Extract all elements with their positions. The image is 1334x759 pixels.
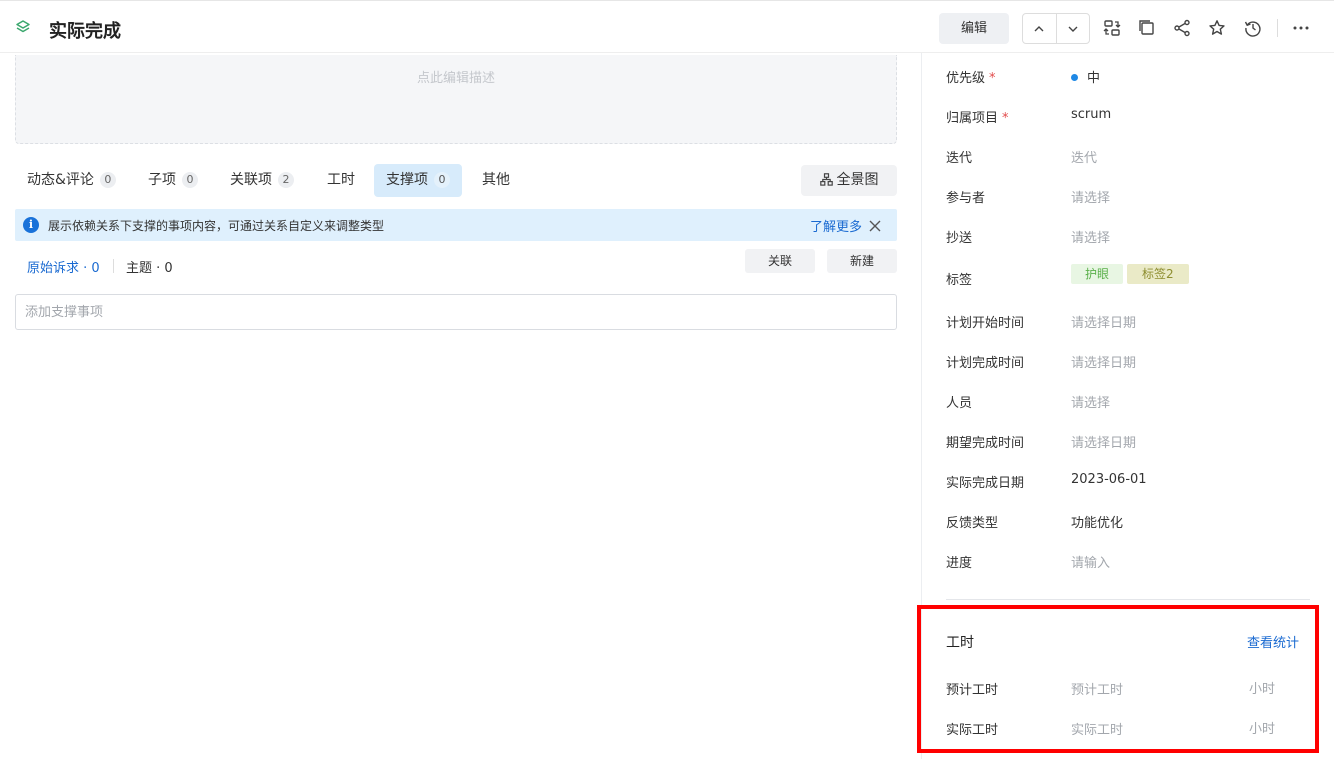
plan-end-value[interactable]: 请选择日期 [1071, 352, 1136, 371]
plan-start-value[interactable]: 请选择日期 [1071, 312, 1136, 331]
close-icon[interactable] [868, 219, 882, 233]
link-button[interactable]: 关联 [745, 249, 815, 273]
more-icon[interactable] [1292, 19, 1310, 37]
prev-next-group [1022, 13, 1090, 44]
new-button[interactable]: 新建 [827, 249, 897, 273]
header: 实际完成 编辑 [0, 0, 1334, 53]
project-value[interactable]: scrum [1071, 107, 1111, 122]
tab-count: 0 [434, 172, 450, 188]
participants-label: 参与者 [946, 191, 986, 206]
tab-label: 动态&评论 [27, 172, 94, 188]
page-title: 实际完成 [49, 21, 121, 42]
next-button[interactable] [1055, 14, 1090, 43]
info-alert: i 展示依赖关系下支撑的事项内容，可通过关系自定义来调整类型 了解更多 [15, 209, 897, 241]
copy-icon[interactable] [1138, 19, 1156, 37]
tags-value[interactable]: 护眼 标签2 [1071, 264, 1193, 284]
tab-count: 2 [278, 172, 294, 188]
tags-label: 标签 [946, 273, 973, 288]
subtab-separator [113, 259, 114, 273]
tag[interactable]: 护眼 [1071, 264, 1124, 284]
learn-more-link[interactable]: 了解更多 [810, 216, 862, 235]
tab-other[interactable]: 其他 [470, 164, 522, 197]
cc-label: 抄送 [946, 231, 973, 246]
person-label: 人员 [946, 396, 973, 411]
person-value[interactable]: 请选择 [1071, 392, 1110, 411]
priority-label: 优先级 * [946, 71, 996, 86]
description-placeholder: 点此编辑描述 [416, 71, 495, 86]
tab-label: 子项 [148, 172, 176, 188]
tab-count: 0 [99, 172, 116, 188]
tab-label: 关联项 [230, 172, 272, 188]
panorama-button[interactable]: 全景图 [801, 165, 897, 196]
iteration-value[interactable]: 迭代 [1071, 147, 1097, 166]
prev-button[interactable] [1023, 14, 1056, 43]
subtab-topic[interactable]: 主题 · 0 [126, 257, 173, 276]
priority-value[interactable]: 中 [1071, 67, 1100, 86]
convert-icon[interactable] [1103, 19, 1121, 37]
hierarchy-icon [819, 173, 833, 186]
panorama-label: 全景图 [836, 172, 879, 188]
add-support-item-input[interactable] [15, 294, 897, 330]
history-icon[interactable] [1244, 19, 1262, 37]
project-label: 归属项目 * [946, 111, 1009, 126]
star-icon[interactable] [1208, 19, 1226, 37]
plan-start-label: 计划开始时间 [946, 316, 1025, 331]
tab-count: 0 [182, 172, 198, 188]
tag[interactable]: 标签2 [1127, 264, 1189, 284]
priority-dot [1071, 74, 1078, 81]
edit-button[interactable]: 编辑 [939, 13, 1009, 44]
cc-value[interactable]: 请选择 [1071, 227, 1110, 246]
participants-value[interactable]: 请选择 [1071, 187, 1110, 206]
description-editor[interactable]: 点此编辑描述 [15, 55, 897, 144]
alert-message: 展示依赖关系下支撑的事项内容，可通过关系自定义来调整类型 [48, 219, 385, 233]
tab-label: 工时 [327, 172, 355, 188]
highlight-box [917, 605, 1319, 753]
chevron-up-icon [1034, 25, 1044, 31]
iteration-label: 迭代 [946, 151, 973, 166]
info-icon: i [23, 217, 39, 233]
actual-end-value[interactable]: 2023-06-01 [1071, 472, 1147, 487]
subtab-original-request[interactable]: 原始诉求 · 0 [27, 257, 100, 276]
actual-end-label: 实际完成日期 [946, 476, 1025, 491]
progress-label: 进度 [946, 556, 973, 571]
tab-label: 支撑项 [386, 172, 428, 188]
plan-end-label: 计划完成时间 [946, 356, 1025, 371]
expected-end-value[interactable]: 请选择日期 [1071, 432, 1136, 451]
feedback-type-label: 反馈类型 [946, 516, 999, 531]
tab-subitems[interactable]: 子项 0 [136, 164, 210, 197]
section-divider [946, 599, 1310, 600]
header-divider [1277, 19, 1278, 37]
share-icon[interactable] [1173, 19, 1191, 37]
layers-icon [16, 20, 30, 33]
tab-label: 其他 [482, 172, 510, 188]
chevron-down-icon [1068, 26, 1078, 32]
expected-end-label: 期望完成时间 [946, 436, 1025, 451]
tab-supports[interactable]: 支撑项 0 [374, 164, 462, 197]
tab-related[interactable]: 关联项 2 [218, 164, 306, 197]
progress-value[interactable]: 请输入 [1071, 552, 1110, 571]
tab-workhours[interactable]: 工时 [315, 164, 367, 197]
feedback-type-value[interactable]: 功能优化 [1071, 512, 1123, 531]
tab-activity[interactable]: 动态&评论 0 [15, 164, 128, 197]
